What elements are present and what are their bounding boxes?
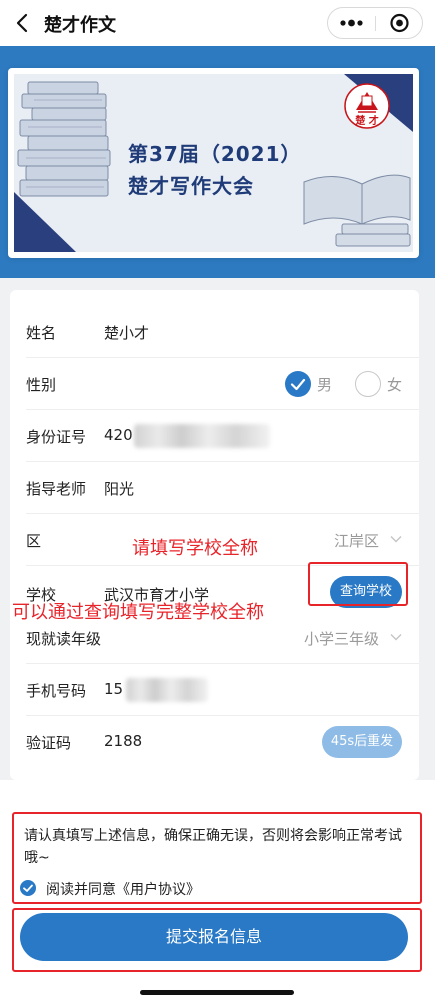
contest-banner: 楚 才 第37届（2021） 楚才写作大会: [14, 74, 413, 252]
chevron-down-icon: [390, 634, 402, 641]
female-radio[interactable]: [355, 371, 381, 397]
page-title: 楚才作文: [44, 15, 116, 36]
close-target-icon[interactable]: [376, 8, 423, 38]
id-number-row[interactable]: 身份证号 420: [10, 410, 419, 462]
section-gap: [0, 278, 435, 290]
resend-code-button[interactable]: 45s后重发: [322, 726, 402, 758]
verify-code-value[interactable]: 2188: [104, 732, 142, 750]
nav-bar: 楚才作文: [0, 0, 435, 46]
verify-code-label: 验证码: [26, 734, 72, 752]
id-number-label: 身份证号: [26, 428, 87, 446]
phone-label: 手机号码: [26, 682, 87, 700]
phone-row[interactable]: 手机号码 15: [10, 664, 419, 716]
banner-card: 楚 才 第37届（2021） 楚才写作大会: [8, 68, 419, 258]
teacher-value[interactable]: 阳光: [104, 478, 134, 499]
phone-value[interactable]: 15: [104, 680, 123, 698]
name-label: 姓名: [26, 324, 57, 342]
banner-title-line2: 楚才写作大会: [128, 174, 254, 198]
annotation-school-full-name: 请填写学校全称: [132, 538, 258, 559]
female-label[interactable]: 女: [387, 374, 402, 395]
verify-code-row[interactable]: 验证码 2188 45s后重发: [10, 716, 419, 768]
annotation-box-agreement: [12, 812, 422, 904]
mini-program-capsule: [327, 7, 423, 39]
annotation-box-submit: [12, 908, 422, 972]
male-label[interactable]: 男: [317, 374, 332, 395]
redacted-blur: [134, 424, 270, 448]
checkmark-icon: [290, 378, 306, 391]
male-radio[interactable]: [285, 371, 311, 397]
back-arrow-icon[interactable]: [12, 12, 34, 34]
more-menu-icon[interactable]: [328, 8, 375, 38]
teacher-row[interactable]: 指导老师 阳光: [10, 462, 419, 514]
teacher-label: 指导老师: [26, 480, 87, 498]
gender-label: 性别: [26, 376, 57, 394]
name-row[interactable]: 姓名 楚小才: [10, 306, 419, 358]
id-number-value[interactable]: 420: [104, 426, 133, 444]
district-label: 区: [26, 532, 42, 550]
redacted-blur: [126, 678, 208, 702]
grade-label: 现就读年级: [26, 630, 102, 648]
name-value[interactable]: 楚小才: [104, 322, 149, 343]
grade-picker[interactable]: 小学三年级: [304, 628, 379, 649]
annotation-query-hint: 可以通过查询填写完整学校全称: [12, 602, 264, 623]
logo-text: 楚 才: [354, 114, 378, 127]
chevron-down-icon: [390, 536, 402, 543]
district-picker[interactable]: 江岸区: [334, 530, 379, 551]
annotation-box-query: [308, 562, 408, 606]
home-indicator: [140, 990, 294, 995]
banner-title-line1: 第37届（2021）: [128, 142, 302, 166]
gender-row: 性别 男 女: [10, 358, 419, 410]
